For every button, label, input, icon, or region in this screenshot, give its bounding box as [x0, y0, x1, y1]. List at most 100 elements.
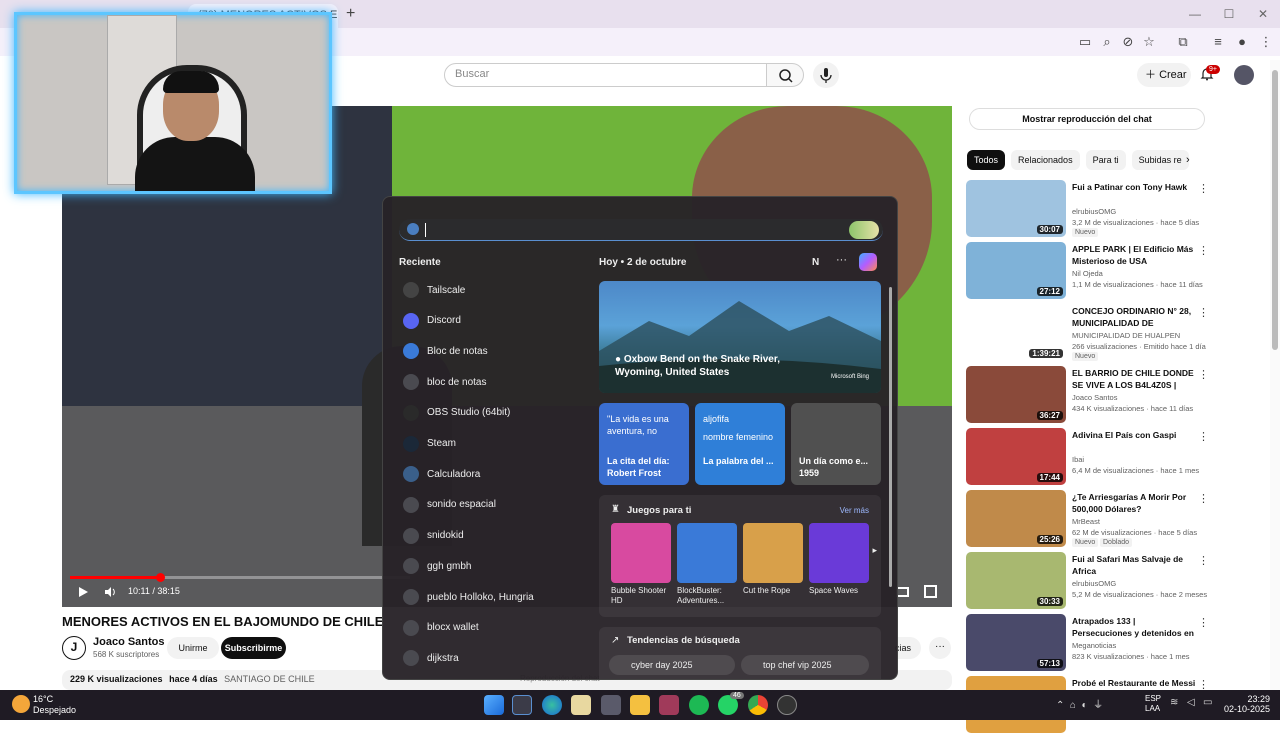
- start-search-input[interactable]: [399, 219, 883, 241]
- recommendation-title[interactable]: Atrapados 133 | Persecuciones y detenido…: [1072, 615, 1197, 639]
- recommendation-channel[interactable]: Ibai: [1072, 455, 1084, 464]
- store-icon[interactable]: [571, 695, 591, 715]
- chip-for-you[interactable]: Para ti: [1085, 150, 1126, 170]
- eye-off-icon[interactable]: ⊘: [1120, 34, 1136, 50]
- zoom-icon[interactable]: ⌕: [1099, 34, 1115, 50]
- search-highlight-image[interactable]: [849, 221, 879, 239]
- recommendation-title[interactable]: EL BARRIO DE CHILE DONDE SE VIVE A LOS B…: [1072, 367, 1197, 391]
- more-vert-icon[interactable]: ⋮: [1198, 182, 1209, 195]
- wifi-icon[interactable]: ≋: [1170, 697, 1178, 708]
- recommendation-title[interactable]: Fui al Safari Mas Salvaje de Africa: [1072, 553, 1197, 577]
- battery-icon[interactable]: ▭: [1203, 697, 1212, 708]
- more-options-icon[interactable]: ···: [836, 254, 847, 266]
- video-thumbnail[interactable]: 1:39:21: [966, 304, 1066, 361]
- app-icon[interactable]: [601, 695, 621, 715]
- recent-item[interactable]: blocx wallet: [403, 616, 583, 640]
- games-next-icon[interactable]: ▸: [872, 545, 877, 556]
- trend-chip[interactable]: top chef vip 2025: [741, 655, 869, 675]
- start-menu-scrollbar[interactable]: [889, 287, 892, 587]
- browser-menu-icon[interactable]: ⋮: [1258, 34, 1274, 50]
- voice-search-button[interactable]: [813, 62, 839, 88]
- chevron-right-icon[interactable]: ›: [1186, 154, 1190, 166]
- games-see-more-link[interactable]: Ver más: [840, 506, 869, 515]
- info-card[interactable]: aljofifa nombre femenino La palabra del ..…: [695, 403, 785, 485]
- video-thumbnail[interactable]: 25:26: [966, 490, 1066, 547]
- more-vert-icon[interactable]: ⋮: [1198, 430, 1209, 443]
- channel-avatar[interactable]: J: [62, 636, 86, 660]
- play-icon[interactable]: [76, 585, 90, 599]
- video-thumbnail[interactable]: 30:07: [966, 180, 1066, 237]
- more-vert-icon[interactable]: ⋮: [1198, 492, 1209, 505]
- more-vert-icon[interactable]: ⋮: [1198, 368, 1209, 381]
- volume-icon[interactable]: ◁: [1187, 697, 1195, 708]
- recommendation-item[interactable]: 25:26 ¿Te Arriesgarías A Morir Por 500,00…: [966, 490, 1211, 548]
- account-initial[interactable]: N: [812, 257, 819, 268]
- game-tile[interactable]: Cut the Rope: [743, 523, 803, 596]
- account-avatar[interactable]: [1234, 65, 1254, 85]
- recommendation-title[interactable]: Probé el Restaurante de Messi: [1072, 677, 1197, 689]
- recent-item[interactable]: snidokid: [403, 524, 583, 548]
- recommendation-item[interactable]: 1:39:21 CONCEJO ORDINARIO N° 28, MUNICIPA…: [966, 304, 1211, 362]
- recent-item[interactable]: Calculadora: [403, 462, 583, 486]
- bing-wallpaper-card[interactable]: ● Oxbow Bend on the Snake River, Wyoming…: [599, 281, 881, 393]
- cast-icon[interactable]: ▭: [1077, 34, 1093, 50]
- more-vert-icon[interactable]: ⋮: [1198, 244, 1209, 257]
- recommendation-channel[interactable]: MrBeast: [1072, 517, 1100, 526]
- system-tray[interactable]: ⌃ ⌂ ◐ ⏚: [1056, 696, 1103, 711]
- recent-item[interactable]: sonido espacial: [403, 493, 583, 517]
- recommendation-item[interactable]: 36:27 EL BARRIO DE CHILE DONDE SE VIVE A …: [966, 366, 1211, 424]
- page-scrollbar[interactable]: [1270, 60, 1280, 690]
- recent-item[interactable]: OBS Studio (64bit): [403, 401, 583, 425]
- recommendation-channel[interactable]: Joaco Santos: [1072, 393, 1117, 402]
- chip-related[interactable]: Relacionados: [1011, 150, 1080, 170]
- video-thumbnail[interactable]: 27:12: [966, 242, 1066, 299]
- recommendation-channel[interactable]: Meganoticias: [1072, 641, 1116, 650]
- recommendation-item[interactable]: 17:44 Adivina El País con Gaspi Ibai 6,4 M …: [966, 428, 1211, 486]
- recommendation-channel[interactable]: MUNICIPALIDAD DE HUALPEN: [1072, 331, 1180, 340]
- extensions-icon[interactable]: ⧉: [1175, 34, 1191, 50]
- join-button[interactable]: Unirme: [167, 637, 219, 659]
- snipping-tool-icon[interactable]: [659, 695, 679, 715]
- obs-taskbar-icon[interactable]: [777, 695, 797, 715]
- more-vert-icon[interactable]: ⋮: [1198, 554, 1209, 567]
- video-thumbnail[interactable]: 57:13: [966, 614, 1066, 671]
- reading-list-icon[interactable]: ≡: [1210, 34, 1226, 50]
- recommendation-channel[interactable]: Nil Ojeda: [1072, 269, 1103, 278]
- edge-icon[interactable]: [542, 695, 562, 715]
- input-language[interactable]: ESP LAA: [1145, 694, 1161, 714]
- recommendation-title[interactable]: Adivina El País con Gaspi: [1072, 429, 1197, 441]
- windows-start-icon[interactable]: [484, 695, 504, 715]
- chip-all[interactable]: Todos: [967, 150, 1006, 170]
- recent-item[interactable]: pueblo Holloko, Hungria: [403, 585, 583, 609]
- recommendation-title[interactable]: CONCEJO ORDINARIO N° 28, MUNICIPALIDAD D…: [1072, 305, 1197, 329]
- close-window-button[interactable]: ✕: [1246, 0, 1280, 28]
- new-tab-button[interactable]: +: [346, 5, 355, 23]
- maximize-button[interactable]: ☐: [1212, 0, 1246, 28]
- clock[interactable]: 23:29 02-10-2025: [1216, 694, 1270, 714]
- minimize-button[interactable]: —: [1178, 0, 1212, 28]
- recent-item[interactable]: Steam: [403, 432, 583, 456]
- chip-uploads[interactable]: Subidas re: [1131, 150, 1189, 170]
- channel-name[interactable]: Joaco Santos: [93, 636, 165, 648]
- search-taskbar-icon[interactable]: [512, 695, 532, 715]
- game-tile[interactable]: Space Waves: [809, 523, 869, 596]
- more-vert-icon[interactable]: ⋮: [1198, 306, 1209, 319]
- search-input[interactable]: Buscar: [444, 63, 767, 87]
- fullscreen-icon[interactable]: [924, 585, 937, 598]
- trend-chip[interactable]: cyber day 2025: [609, 655, 735, 675]
- profile-avatar[interactable]: ●: [1234, 34, 1250, 50]
- create-button[interactable]: ＋ Crear: [1137, 63, 1191, 87]
- game-tile[interactable]: Bubble Shooter HD: [611, 523, 671, 606]
- video-thumbnail[interactable]: 36:27: [966, 366, 1066, 423]
- recommendation-item[interactable]: 30:07 Fui a Patinar con Tony Hawk elrubius…: [966, 180, 1211, 238]
- more-vert-icon[interactable]: ⋮: [1198, 616, 1209, 629]
- recommendation-channel[interactable]: elrubiusOMG: [1072, 207, 1116, 216]
- spotify-icon[interactable]: [689, 695, 709, 715]
- show-chat-replay-button[interactable]: Mostrar reproducción del chat: [969, 108, 1205, 130]
- subscribe-button[interactable]: Subscribirme: [221, 637, 286, 659]
- recent-item[interactable]: dijkstra: [403, 646, 583, 670]
- info-card[interactable]: "La vida es una aventura, no La cita del …: [599, 403, 689, 485]
- recent-item[interactable]: bloc de notas: [403, 370, 583, 394]
- recommendation-title[interactable]: APPLE PARK | El Edificio Más Misterioso …: [1072, 243, 1197, 267]
- recommendation-item[interactable]: 57:13 Atrapados 133 | Persecuciones y det…: [966, 614, 1211, 672]
